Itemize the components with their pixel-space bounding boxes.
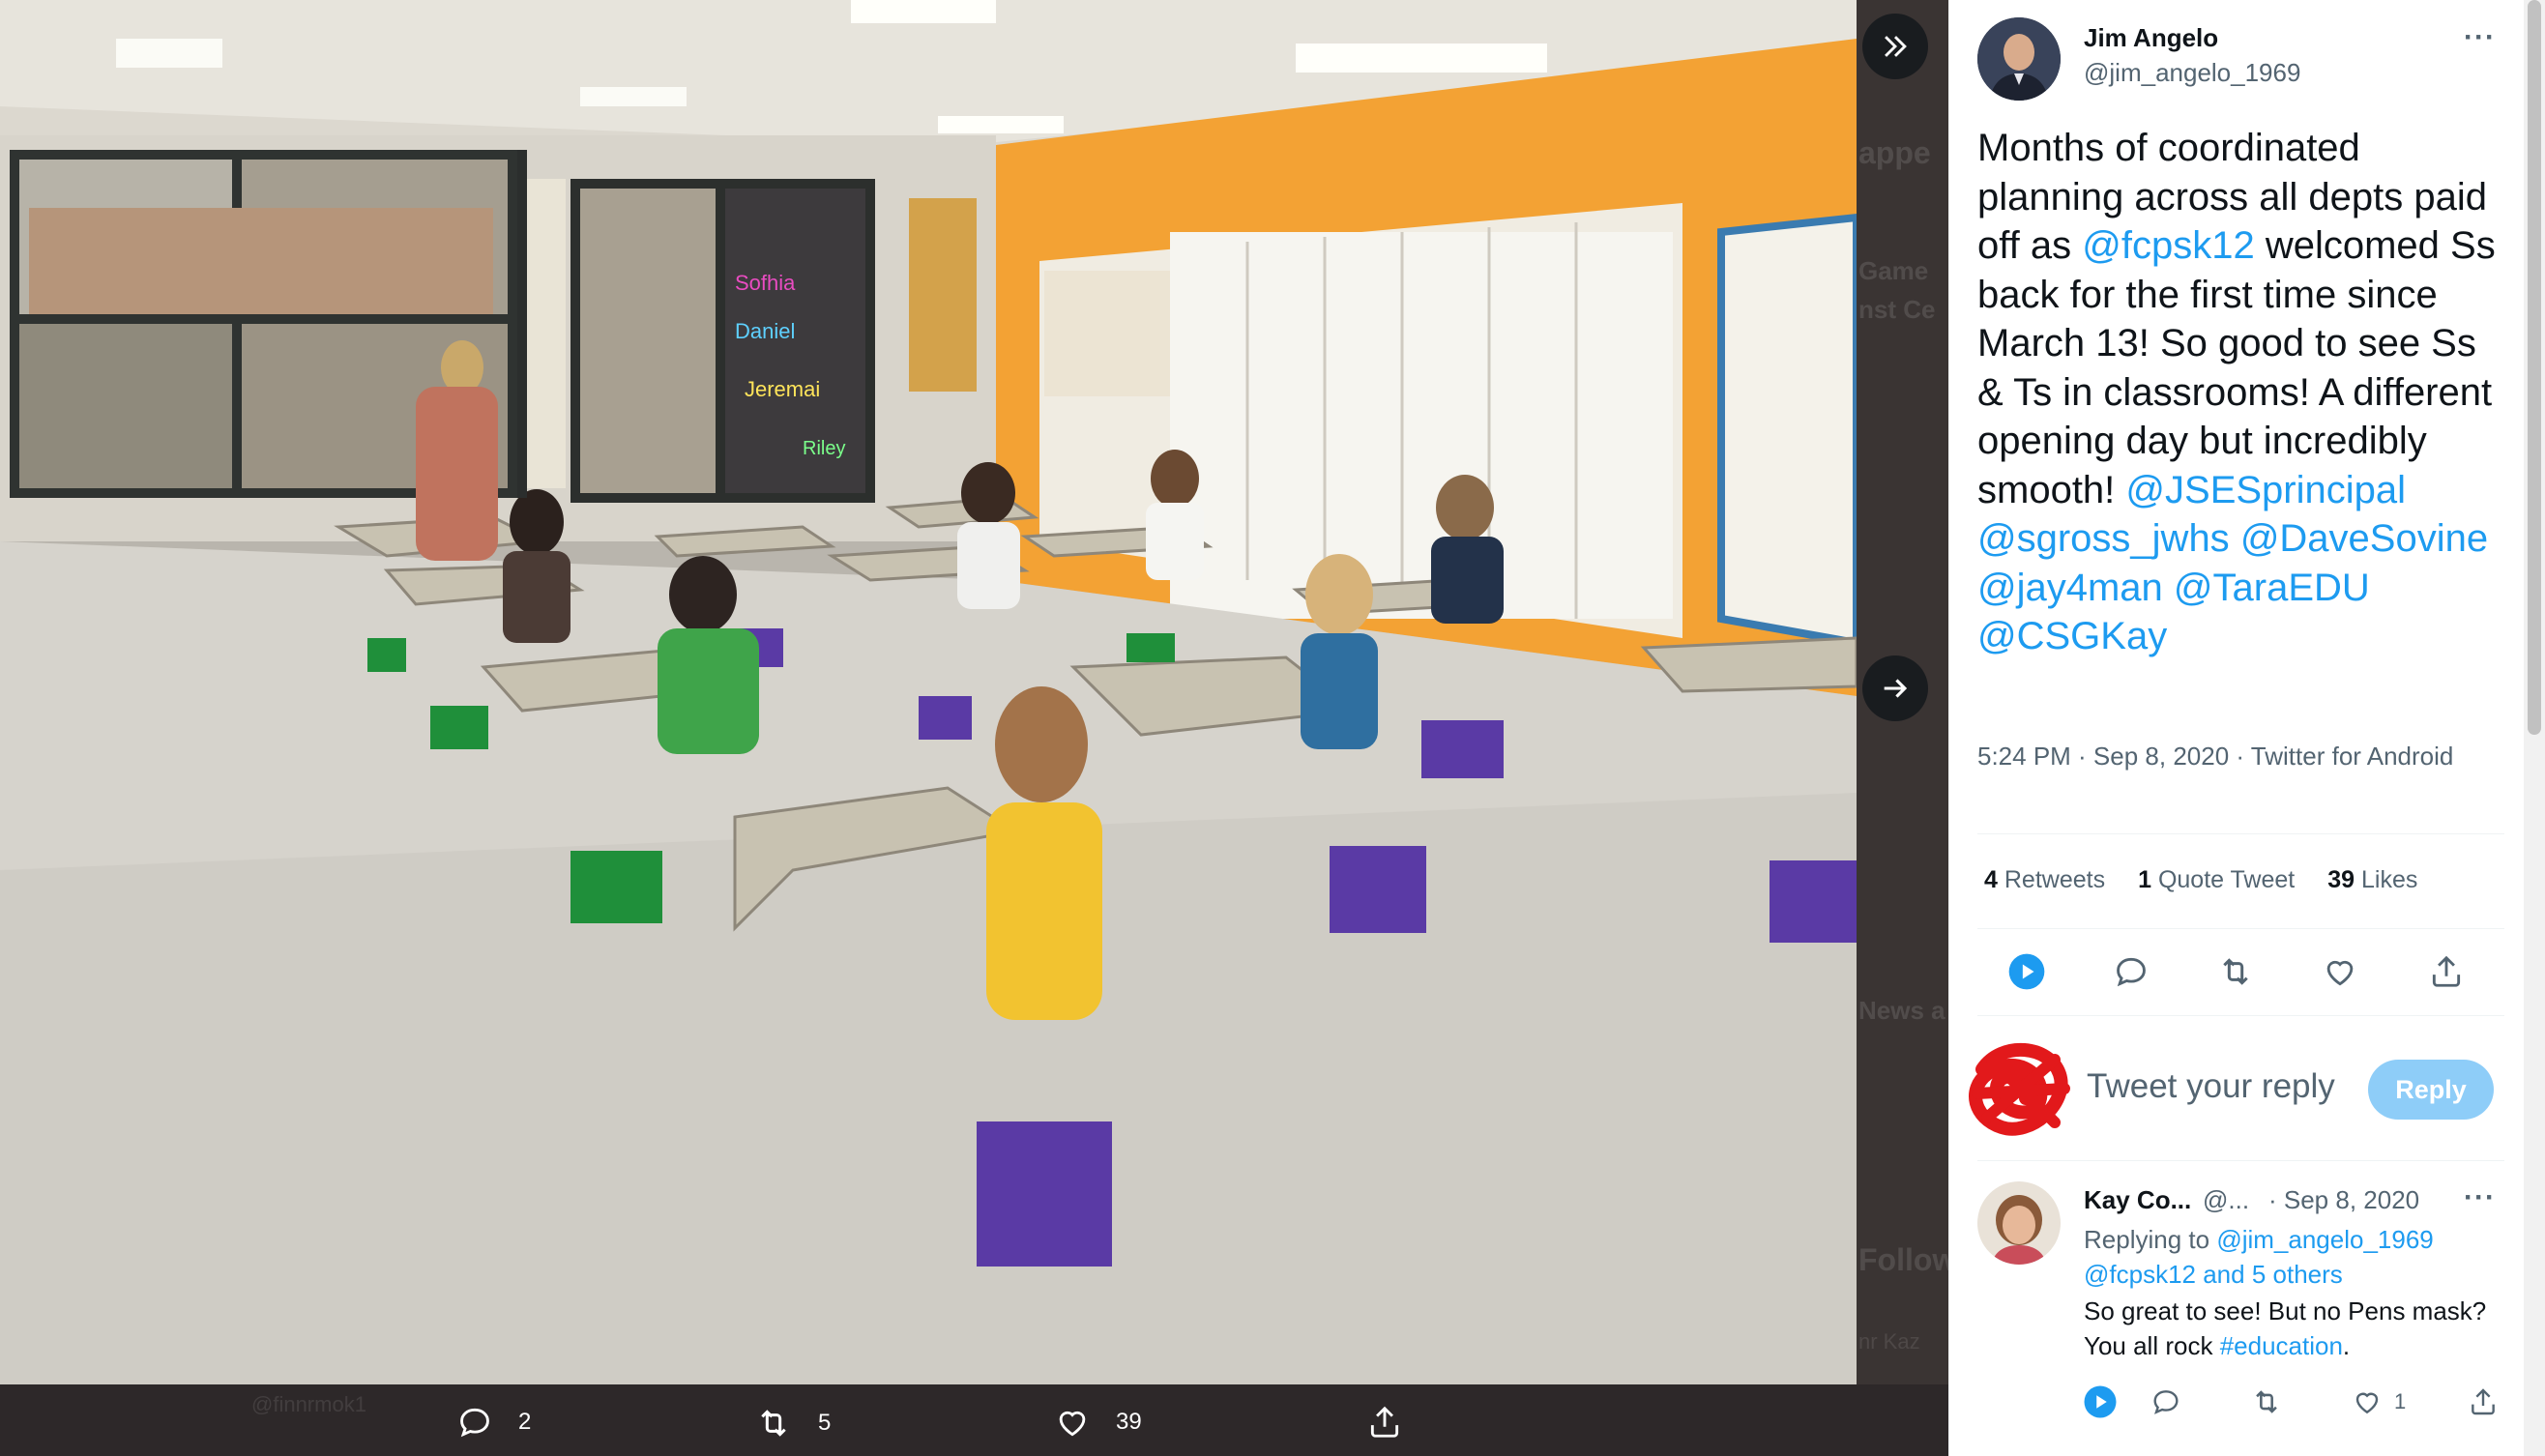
redacted-avatar-scribble — [1969, 1042, 2070, 1136]
reply-icon — [460, 1408, 489, 1438]
backdrop-text: @finnrmok1 — [251, 1392, 366, 1416]
divider — [1977, 928, 2504, 929]
hashtag-link[interactable]: #education — [2220, 1331, 2343, 1360]
backdrop-text: nst Ce — [1858, 295, 1936, 324]
reply-author-name[interactable]: Kay Co... — [2084, 1185, 2191, 1215]
backdrop-text: Follow — [1858, 1242, 1948, 1277]
mention-link[interactable]: @fcpsk12 — [2082, 224, 2254, 267]
mention-link[interactable]: @sgross_jwhs — [1977, 517, 2230, 560]
replying-prefix: Replying to — [2084, 1225, 2217, 1254]
reply-icon — [2117, 957, 2146, 987]
retweets-count: 4 — [1984, 866, 1998, 893]
likes-count: 39 — [2327, 866, 2355, 893]
share-icon — [2472, 1388, 2495, 1415]
likes-label: Likes — [2361, 866, 2418, 893]
heart-icon — [2355, 1392, 2379, 1414]
heart-icon — [2326, 960, 2354, 986]
reply-author-handle[interactable]: @... — [2203, 1185, 2249, 1215]
reply-actions: 1 — [2079, 1381, 2504, 1423]
backdrop-text: News a — [1858, 996, 1945, 1025]
divider — [1977, 1160, 2504, 1161]
media-viewer: Sofhia Daniel Jeremai Riley appe Game ns… — [0, 0, 1948, 1456]
tweet-body: Months of coordinated planning across al… — [1977, 124, 2504, 661]
share-icon — [2432, 955, 2461, 987]
retweet-icon — [761, 1410, 786, 1437]
backdrop-text: Game — [1858, 256, 1929, 285]
media-reply-count: 2 — [518, 1409, 532, 1435]
arrow-right-icon — [1884, 679, 1908, 698]
mention-link[interactable]: @TaraEDU — [2174, 567, 2370, 609]
divider — [1977, 1015, 2504, 1016]
retweets-stat[interactable]: 4 Retweets — [1984, 866, 2105, 894]
reply-text-segment: . — [2342, 1331, 2351, 1360]
scrollbar-thumb[interactable] — [2528, 0, 2541, 735]
more-options-icon[interactable]: ··· — [2464, 21, 2496, 54]
reply-retweet-button[interactable] — [2245, 1381, 2288, 1423]
retweet-icon — [2256, 1390, 2277, 1413]
media-reply-button[interactable]: 2 — [456, 1404, 531, 1441]
reply-submit-button[interactable]: Reply — [2368, 1060, 2494, 1120]
reply-author-avatar[interactable] — [1977, 1181, 2061, 1265]
mention-link[interactable]: @jay4man — [1977, 567, 2163, 609]
play-icon — [2084, 1385, 2117, 1418]
reply-icon — [2153, 1390, 2179, 1414]
heart-icon — [1059, 1411, 1086, 1437]
reply-author-photo — [1977, 1181, 2061, 1265]
reply-input[interactable]: Tweet your reply — [2087, 1067, 2335, 1106]
quotes-stat[interactable]: 1 Quote Tweet — [2138, 866, 2295, 894]
svg-text:Sofhia: Sofhia — [735, 271, 796, 295]
author-photo — [1977, 17, 2061, 101]
timeline-backdrop: appe Game nst Ce News a Follow nr Kaz — [1857, 0, 1948, 1456]
author-handle[interactable]: @jim_angelo_1969 — [2084, 58, 2300, 88]
next-media-button[interactable] — [1862, 655, 1928, 721]
play-icon — [2008, 953, 2045, 990]
reply-date[interactable]: · Sep 8, 2020 — [2268, 1185, 2419, 1215]
quotes-count: 1 — [2138, 866, 2151, 893]
mention-link[interactable]: @jim_angelo_1969 — [2216, 1225, 2433, 1254]
current-user-avatar[interactable] — [1963, 1031, 2079, 1147]
reply-play-button[interactable] — [2079, 1381, 2121, 1423]
share-icon — [1370, 1406, 1399, 1438]
photo-illustration: Sofhia Daniel Jeremai Riley — [0, 0, 1857, 1384]
double-chevron-right-icon — [1885, 36, 1907, 57]
media-retweet-count: 5 — [818, 1410, 832, 1436]
tweet-actions — [1977, 947, 2504, 996]
likes-stat[interactable]: 39 Likes — [2327, 866, 2417, 894]
play-button[interactable] — [2003, 947, 2051, 996]
mention-link[interactable]: @JSESprincipal — [2125, 469, 2406, 511]
replying-to: Replying to @jim_angelo_1969 @fcpsk12 and… — [2084, 1222, 2509, 1292]
share-button[interactable] — [2422, 947, 2471, 996]
reply-button[interactable] — [2107, 947, 2155, 996]
author-avatar[interactable] — [1977, 17, 2061, 101]
reply-share-button[interactable] — [2462, 1381, 2504, 1423]
reply-like-count: 1 — [2394, 1389, 2407, 1413]
like-button[interactable] — [2316, 947, 2364, 996]
tweet-stats: 4 Retweets 1 Quote Tweet 39 Likes — [1984, 866, 2417, 894]
retweet-icon — [2223, 958, 2248, 985]
reply-more-options-icon[interactable]: ··· — [2464, 1181, 2496, 1214]
reply-body: So great to see! But no Pens mask? You a… — [2084, 1294, 2509, 1363]
mention-link[interactable]: @fcpsk12 and 5 others — [2084, 1260, 2343, 1289]
svg-text:Riley: Riley — [803, 438, 845, 459]
svg-text:Daniel: Daniel — [735, 319, 795, 343]
retweets-label: Retweets — [2004, 866, 2106, 893]
mention-link[interactable]: @CSGKay — [1977, 615, 2167, 657]
classroom-photo: Sofhia Daniel Jeremai Riley — [0, 0, 1857, 1384]
reply-reply-button[interactable] — [2145, 1381, 2187, 1423]
divider — [1977, 833, 2504, 834]
media-share-button[interactable] — [1366, 1404, 1403, 1441]
tweet-timestamp[interactable]: 5:24 PM · Sep 8, 2020 · Twitter for Andr… — [1977, 739, 2504, 774]
quotes-label: Quote Tweet — [2157, 866, 2296, 893]
reply-like-button[interactable]: 1 — [2352, 1381, 2419, 1423]
backdrop-text: appe — [1858, 135, 1931, 170]
author-name[interactable]: Jim Angelo — [2084, 23, 2218, 53]
backdrop-text: nr Kaz — [1858, 1329, 1920, 1354]
media-retweet-button[interactable]: 5 — [754, 1404, 831, 1442]
media-like-button[interactable]: 39 — [1054, 1404, 1142, 1441]
collapse-panel-button[interactable] — [1862, 14, 1928, 79]
mention-link[interactable]: @DaveSovine — [2240, 517, 2488, 560]
retweet-button[interactable] — [2211, 947, 2260, 996]
svg-text:Jeremai: Jeremai — [745, 377, 820, 401]
media-like-count: 39 — [1116, 1409, 1142, 1435]
